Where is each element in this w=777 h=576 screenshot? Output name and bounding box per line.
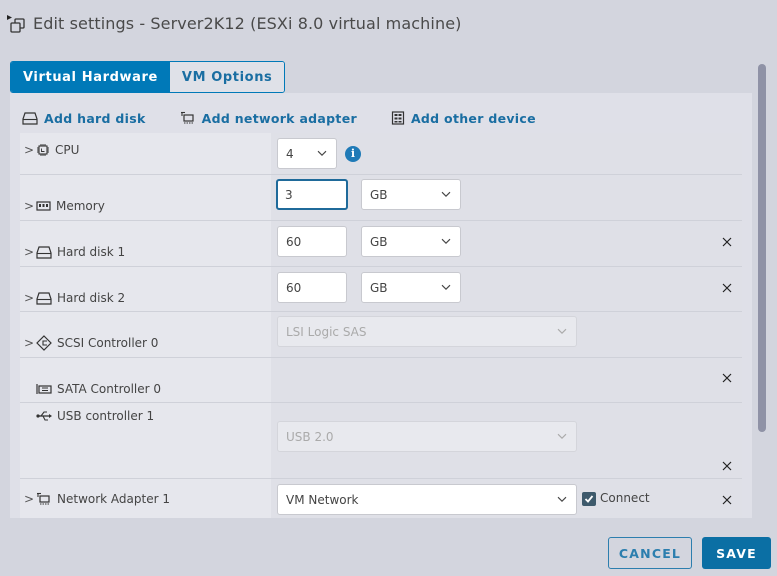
info-icon[interactable]: i: [345, 146, 361, 162]
chevron-down-icon: [441, 191, 451, 197]
cpu-icon: [37, 144, 49, 156]
vm-settings-icon: [7, 15, 25, 33]
remove-usb-controller-1-icon[interactable]: [721, 460, 733, 472]
hard-disk-2-label: Hard disk 2: [57, 291, 126, 305]
expand-chevron-icon[interactable]: >: [24, 143, 36, 157]
sata-controller-0-label: SATA Controller 0: [57, 382, 162, 396]
usb-icon: [36, 411, 52, 421]
hard-disk-icon: [36, 291, 52, 305]
expand-chevron-icon[interactable]: >: [24, 199, 36, 213]
cpu-count-select[interactable]: 4: [277, 138, 337, 169]
hardware-row-memory: > Memory 3 GB: [20, 175, 742, 221]
sata-controller-icon: [36, 384, 52, 394]
expand-chevron-icon[interactable]: >: [24, 492, 36, 506]
add-network-adapter-label: Add network adapter: [201, 110, 357, 126]
network-adapter-1-label: Network Adapter 1: [57, 492, 170, 506]
hardware-row-sata-controller-0: SATA Controller 0: [20, 358, 742, 403]
hard-disk-icon: [36, 245, 52, 259]
chevron-down-icon: [441, 238, 451, 244]
remove-sata-controller-0-icon[interactable]: [721, 372, 733, 384]
hardware-row-hard-disk-1: > Hard disk 1 60 GB: [20, 221, 742, 267]
memory-icon: [36, 201, 51, 211]
scsi-controller-icon: [36, 335, 52, 351]
hardware-row-scsi-controller-0: > SCSI Controller 0 LSI Logic SAS: [20, 312, 742, 358]
memory-label: Memory: [56, 199, 105, 213]
scsi-controller-type-select[interactable]: LSI Logic SAS: [277, 316, 577, 347]
checkmark-icon: [584, 495, 594, 503]
hardware-row-usb-controller-1: USB controller 1 USB 2.0: [20, 403, 742, 479]
hard-disk-1-unit-select[interactable]: GB: [361, 226, 461, 257]
hardware-list: > CPU 4 i > Memory 3 GB > Hard disk 1 60…: [20, 133, 742, 518]
add-hard-disk-label: Add hard disk: [44, 110, 146, 126]
hardware-toolbar: Add hard disk Add network adapter Add ot…: [22, 108, 570, 128]
add-network-adapter-button[interactable]: Add network adapter: [180, 111, 357, 126]
hardware-row-network-adapter-1: > Network Adapter 1 VM Network Connect: [20, 479, 742, 518]
chevron-down-icon: [317, 150, 327, 156]
add-other-device-button[interactable]: Add other device: [391, 111, 536, 126]
network-select[interactable]: VM Network: [277, 484, 577, 515]
connect-label: Connect: [600, 491, 650, 505]
network-adapter-icon: [37, 492, 50, 505]
remove-hard-disk-1-icon[interactable]: [721, 236, 733, 248]
device-icon: [391, 111, 405, 125]
hard-disk-2-size-input[interactable]: 60: [277, 272, 347, 303]
usb-controller-1-label: USB controller 1: [57, 409, 155, 423]
hardware-row-hard-disk-2: > Hard disk 2 60 GB: [20, 267, 742, 312]
network-adapter-icon: [180, 111, 194, 124]
dialog-title-bar: Edit settings - Server2K12 (ESXi 8.0 vir…: [0, 0, 777, 46]
tab-virtual-hardware[interactable]: Virtual Hardware: [11, 62, 170, 92]
usb-controller-type-select[interactable]: USB 2.0: [277, 421, 577, 452]
dialog-title: Edit settings - Server2K12 (ESXi 8.0 vir…: [33, 13, 462, 33]
chevron-down-icon: [441, 284, 451, 290]
tab-vm-options[interactable]: VM Options: [169, 62, 285, 92]
remove-network-adapter-1-icon[interactable]: [721, 494, 733, 506]
chevron-down-icon: [557, 496, 567, 502]
hardware-row-cpu: > CPU 4 i: [20, 133, 742, 175]
cancel-button[interactable]: CANCEL: [608, 537, 692, 569]
connect-checkbox[interactable]: [582, 492, 596, 506]
memory-size-input[interactable]: 3: [276, 179, 348, 210]
expand-chevron-icon[interactable]: >: [24, 245, 36, 259]
remove-hard-disk-2-icon[interactable]: [721, 282, 733, 294]
add-hard-disk-button[interactable]: Add hard disk: [22, 111, 146, 126]
save-button[interactable]: SAVE: [702, 537, 771, 569]
chevron-down-icon: [557, 328, 567, 334]
chevron-down-icon: [557, 433, 567, 439]
scsi-controller-0-label: SCSI Controller 0: [57, 336, 159, 350]
tab-bar: Virtual Hardware VM Options: [10, 61, 286, 93]
vertical-scrollbar[interactable]: [758, 64, 766, 432]
expand-chevron-icon[interactable]: >: [24, 291, 36, 305]
hard-disk-1-label: Hard disk 1: [57, 245, 126, 259]
hard-disk-2-unit-select[interactable]: GB: [361, 272, 461, 303]
hard-disk-1-size-input[interactable]: 60: [277, 226, 347, 257]
cpu-label: CPU: [55, 143, 80, 157]
expand-chevron-icon[interactable]: >: [24, 336, 36, 350]
add-other-device-label: Add other device: [410, 110, 536, 126]
hard-disk-icon: [22, 111, 38, 125]
memory-unit-select[interactable]: GB: [361, 179, 461, 210]
